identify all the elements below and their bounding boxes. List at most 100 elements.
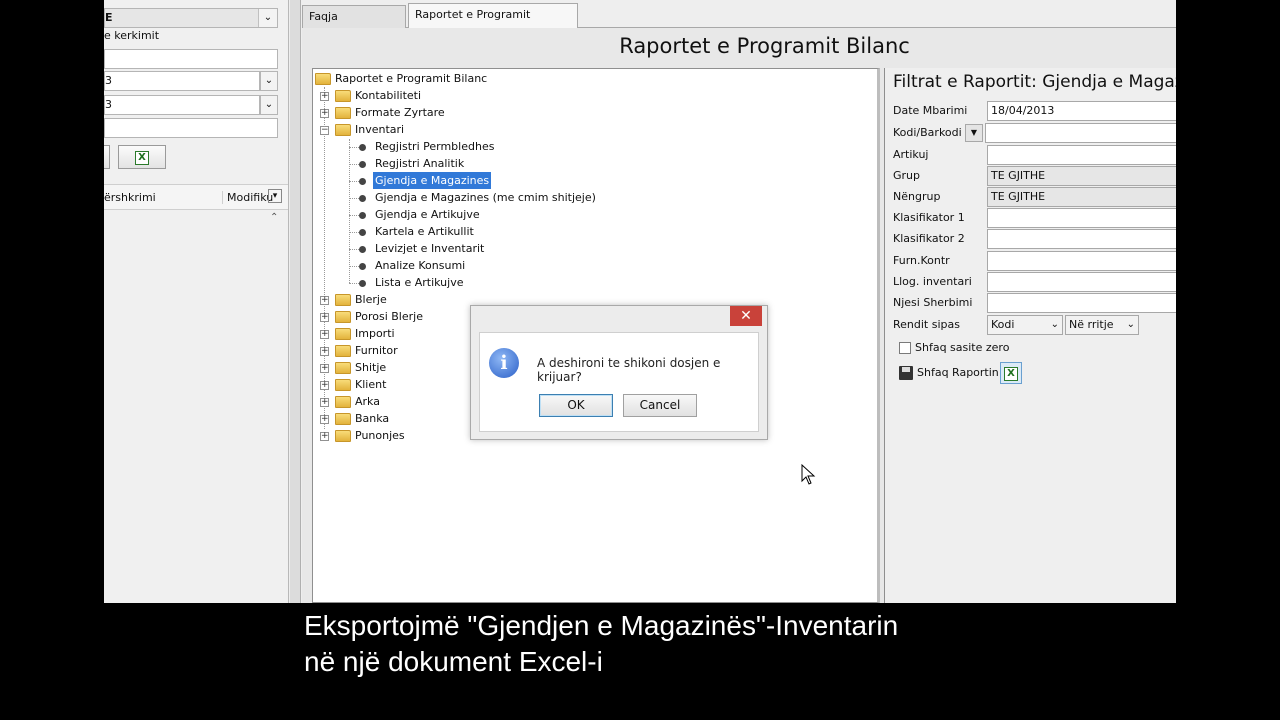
column-header-modifikuar[interactable]: Modifiku [222, 191, 273, 204]
folder-icon [335, 90, 351, 102]
save-icon[interactable] [899, 366, 913, 380]
expand-icon[interactable]: + [320, 347, 329, 356]
grup-select[interactable]: TE GJITHE [987, 166, 1176, 186]
tree-line [349, 198, 359, 199]
column-header-pershkrimi[interactable]: ërshkrimi [104, 191, 156, 204]
tree-line [349, 215, 359, 216]
expand-icon[interactable]: + [320, 364, 329, 373]
left-field-1[interactable]: 3 [104, 71, 260, 91]
tree-item-arka[interactable]: Arka [355, 393, 380, 410]
tree-line [349, 147, 359, 148]
folder-icon [335, 328, 351, 340]
nengrup-value: TE GJITHE [991, 190, 1046, 203]
tab-faqja-kryesore[interactable]: Faqja Kryesore✕ [302, 5, 406, 45]
excel-icon: X [135, 151, 149, 165]
tree-item-kontabiliteti[interactable]: Kontabiliteti [355, 87, 421, 104]
tree-item-regjistri-permbledhes[interactable]: Regjistri Permbledhes [375, 138, 494, 155]
tree-item-levizjet-inventarit[interactable]: Levizjet e Inventarit [375, 240, 484, 257]
close-icon: ✕ [740, 308, 752, 324]
left-partial-button[interactable] [104, 145, 110, 169]
tab-raportet[interactable]: Raportet e Programit Bilanc✕ [408, 3, 578, 43]
tree-item-shitje[interactable]: Shitje [355, 359, 386, 376]
date-value: 18/04/2013 [991, 104, 1055, 117]
expand-icon[interactable]: + [320, 92, 329, 101]
chevron-down-icon: ⌄ [1126, 319, 1135, 330]
ok-button[interactable]: OK [539, 394, 613, 417]
date-input[interactable]: 18/04/2013 [987, 101, 1176, 121]
tree-item-importi[interactable]: Importi [355, 325, 395, 342]
tree-item-banka[interactable]: Banka [355, 410, 389, 427]
splitter[interactable] [290, 0, 301, 603]
show-report-button[interactable]: Shfaq Raportin [917, 363, 999, 383]
klasifikator-1-input[interactable] [987, 208, 1176, 228]
bullet-icon [359, 229, 366, 236]
tree-item-inventari[interactable]: Inventari [355, 121, 404, 138]
artikuj-input[interactable] [987, 145, 1176, 165]
grup-value: TE GJITHE [991, 169, 1046, 182]
expand-icon[interactable]: + [320, 296, 329, 305]
njesi-sherbimi-input[interactable] [987, 293, 1176, 313]
tree-item-gjendja-magazines-selected[interactable]: Gjendja e Magazines [373, 172, 492, 189]
export-excel-button[interactable]: X [1000, 362, 1022, 384]
tree-item-formate-zyrtare[interactable]: Formate Zyrtare [355, 104, 445, 121]
folder-icon [335, 311, 351, 323]
left-excel-button[interactable]: X [118, 145, 166, 169]
folder-icon [335, 294, 351, 306]
tree-line [349, 181, 359, 182]
column-chooser-icon[interactable]: ▾ [268, 189, 282, 203]
tree-item-kartela-artikullit[interactable]: Kartela e Artikullit [375, 223, 474, 240]
tree-line [349, 139, 350, 283]
tree-item-porosi-blerje[interactable]: Porosi Blerje [355, 308, 423, 325]
scroll-up-icon[interactable]: ⌃ [270, 212, 278, 223]
left-top-select[interactable]: E ⌄ [104, 8, 278, 28]
expand-icon[interactable]: + [320, 330, 329, 339]
bullet-icon [359, 178, 366, 185]
tree-item-blerje[interactable]: Blerje [355, 291, 387, 308]
rendit-sipas-select[interactable]: Kodi ⌄ [987, 315, 1063, 335]
kodi-dropdown-icon[interactable]: ▼ [965, 124, 983, 142]
expand-icon[interactable]: + [320, 381, 329, 390]
tree-item-regjistri-analitik[interactable]: Regjistri Analitik [375, 155, 464, 172]
chevron-down-icon[interactable]: ⌄ [260, 95, 278, 115]
expand-icon[interactable]: + [320, 415, 329, 424]
collapse-icon[interactable]: − [320, 126, 329, 135]
tree-root[interactable]: Raportet e Programit Bilanc [335, 70, 487, 87]
chevron-down-icon[interactable]: ⌄ [258, 9, 277, 27]
label-date-mbarimi: Date Mbarimi [893, 104, 968, 117]
expand-icon[interactable]: + [320, 313, 329, 322]
kodi-input[interactable] [985, 123, 1176, 143]
expand-icon[interactable]: + [320, 398, 329, 407]
nengrup-select[interactable]: TE GJITHE [987, 187, 1176, 207]
left-field-2-value: 3 [105, 98, 112, 111]
caption-line-2: në një dokument Excel-i [304, 646, 603, 677]
order-select[interactable]: Në rritje ⌄ [1065, 315, 1139, 335]
llog-inventari-input[interactable] [987, 272, 1176, 292]
dialog-close-button[interactable]: ✕ [730, 306, 762, 326]
folder-icon [335, 345, 351, 357]
expand-icon[interactable]: + [320, 109, 329, 118]
tree-item-gjendja-magazines-cmim[interactable]: Gjendja e Magazines (me cmim shitjeje) [375, 189, 596, 206]
tree-item-furnitor[interactable]: Furnitor [355, 342, 398, 359]
video-caption: Eksportojmë "Gjendjen e Magazinës"-Inven… [304, 608, 898, 680]
tree-line [349, 232, 359, 233]
left-field-3[interactable] [104, 118, 278, 138]
folder-icon [335, 379, 351, 391]
tree-item-klient[interactable]: Klient [355, 376, 386, 393]
tree-item-punonjes[interactable]: Punonjes [355, 427, 405, 444]
chevron-down-icon[interactable]: ⌄ [260, 71, 278, 91]
bullet-icon [359, 161, 366, 168]
left-field-2[interactable]: 3 [104, 95, 260, 115]
cancel-button[interactable]: Cancel [623, 394, 697, 417]
tree-item-gjendja-artikujve[interactable]: Gjendja e Artikujve [375, 206, 480, 223]
tree-item-analize-konsumi[interactable]: Analize Konsumi [375, 257, 465, 274]
bullet-icon [359, 263, 366, 270]
label-nengrup: Nëngrup [893, 190, 941, 203]
tab-bar: Faqja Kryesore✕ Raportet e Programit Bil… [302, 2, 1176, 45]
show-zero-checkbox[interactable] [899, 342, 911, 354]
expand-icon[interactable]: + [320, 432, 329, 441]
folder-icon [335, 430, 351, 442]
left-search-input[interactable] [104, 49, 278, 69]
klasifikator-2-input[interactable] [987, 229, 1176, 249]
furn-kontr-input[interactable] [987, 251, 1176, 271]
tree-item-lista-artikujve[interactable]: Lista e Artikujve [375, 274, 463, 291]
